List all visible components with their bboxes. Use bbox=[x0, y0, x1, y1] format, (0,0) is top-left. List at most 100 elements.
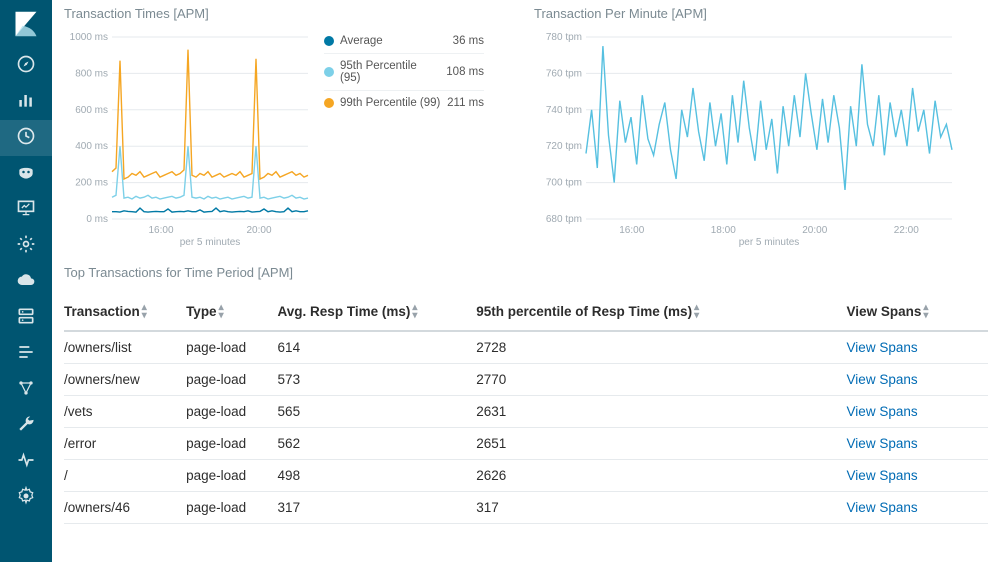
sidebar-item-logs[interactable] bbox=[0, 264, 52, 300]
cell-transaction: /error bbox=[64, 428, 186, 460]
sort-icon: ▴▾ bbox=[694, 304, 699, 320]
swatch-icon bbox=[324, 36, 334, 46]
col-avg[interactable]: Avg. Resp Time (ms)▴▾ bbox=[278, 296, 477, 331]
chart-tpm[interactable]: 680 tpm700 tpm720 tpm740 tpm760 tpm780 t… bbox=[534, 27, 958, 247]
sidebar-item-dashboard[interactable] bbox=[0, 192, 52, 228]
view-spans-link[interactable]: View Spans bbox=[847, 404, 918, 419]
cell-view: View Spans bbox=[787, 364, 988, 396]
cell-transaction: / bbox=[64, 460, 186, 492]
network-icon bbox=[16, 378, 36, 403]
table-row: /errorpage-load5622651View Spans bbox=[64, 428, 988, 460]
cell-view: View Spans bbox=[787, 428, 988, 460]
sidebar bbox=[0, 0, 52, 562]
cell-type: page-load bbox=[186, 396, 277, 428]
svg-text:600 ms: 600 ms bbox=[75, 105, 108, 116]
svg-text:20:00: 20:00 bbox=[246, 225, 271, 236]
sidebar-item-graph[interactable] bbox=[0, 372, 52, 408]
sidebar-item-discover[interactable] bbox=[0, 48, 52, 84]
legend-value: 108 ms bbox=[446, 66, 484, 78]
presentation-icon bbox=[16, 198, 36, 223]
compass-icon bbox=[16, 54, 36, 79]
legend: Average 36 ms 95th Percentile (95) 108 m… bbox=[324, 29, 484, 247]
sort-icon: ▴▾ bbox=[923, 304, 928, 320]
panel-title: Transaction Per Minute [APM] bbox=[534, 6, 988, 21]
cell-transaction: /owners/new bbox=[64, 364, 186, 396]
legend-value: 211 ms bbox=[447, 97, 484, 109]
cell-transaction: /vets bbox=[64, 396, 186, 428]
cell-view: View Spans bbox=[787, 492, 988, 524]
cell-type: page-load bbox=[186, 364, 277, 396]
cell-transaction: /owners/list bbox=[64, 331, 186, 364]
legend-row-p95[interactable]: 95th Percentile (95) 108 ms bbox=[324, 54, 484, 91]
view-spans-link[interactable]: View Spans bbox=[847, 468, 918, 483]
cell-p95: 2626 bbox=[476, 460, 786, 492]
view-spans-link[interactable]: View Spans bbox=[847, 372, 918, 387]
cell-p95: 2728 bbox=[476, 331, 786, 364]
chart-transaction-times[interactable]: 0 ms200 ms400 ms600 ms800 ms1000 ms16:00… bbox=[64, 27, 314, 247]
cell-avg: 565 bbox=[278, 396, 477, 428]
sidebar-item-management[interactable] bbox=[0, 480, 52, 516]
cell-type: page-load bbox=[186, 428, 277, 460]
legend-value: 36 ms bbox=[453, 35, 484, 47]
cell-avg: 573 bbox=[278, 364, 477, 396]
transactions-table: Transaction▴▾ Type▴▾ Avg. Resp Time (ms)… bbox=[64, 296, 988, 524]
cell-p95: 2631 bbox=[476, 396, 786, 428]
view-spans-link[interactable]: View Spans bbox=[847, 340, 918, 355]
cell-avg: 498 bbox=[278, 460, 477, 492]
legend-row-p99[interactable]: 99th Percentile (99) 211 ms bbox=[324, 91, 484, 115]
col-p95[interactable]: 95th percentile of Resp Time (ms)▴▾ bbox=[476, 296, 786, 331]
cell-p95: 317 bbox=[476, 492, 786, 524]
cell-type: page-load bbox=[186, 460, 277, 492]
svg-text:200 ms: 200 ms bbox=[75, 178, 108, 189]
svg-text:18:00: 18:00 bbox=[711, 225, 736, 236]
sidebar-item-canvas[interactable] bbox=[0, 228, 52, 264]
svg-text:400 ms: 400 ms bbox=[75, 141, 108, 152]
svg-text:20:00: 20:00 bbox=[802, 225, 827, 236]
sidebar-item-devtools[interactable] bbox=[0, 408, 52, 444]
sidebar-item-infrastructure[interactable] bbox=[0, 300, 52, 336]
col-transaction[interactable]: Transaction▴▾ bbox=[64, 296, 186, 331]
legend-row-avg[interactable]: Average 36 ms bbox=[324, 29, 484, 54]
cell-view: View Spans bbox=[787, 331, 988, 364]
view-spans-link[interactable]: View Spans bbox=[847, 500, 918, 515]
svg-text:720 tpm: 720 tpm bbox=[546, 141, 582, 152]
legend-label: Average bbox=[340, 35, 447, 47]
col-view[interactable]: View Spans▴▾ bbox=[787, 296, 988, 331]
wrench-icon bbox=[16, 414, 36, 439]
sidebar-item-apm[interactable] bbox=[0, 120, 52, 156]
cell-transaction: /owners/46 bbox=[64, 492, 186, 524]
swatch-icon bbox=[324, 98, 334, 108]
table-row: /vetspage-load5652631 View Spans bbox=[64, 396, 988, 428]
cog-outline-icon bbox=[16, 234, 36, 259]
view-spans-link[interactable]: View Spans bbox=[847, 436, 918, 451]
sidebar-item-ml[interactable] bbox=[0, 336, 52, 372]
swatch-icon bbox=[324, 67, 334, 77]
table-row: /owners/46page-load317317View Spans bbox=[64, 492, 988, 524]
table-row: /owners/newpage-load5732770View Spans bbox=[64, 364, 988, 396]
col-type[interactable]: Type▴▾ bbox=[186, 296, 277, 331]
sidebar-item-security[interactable] bbox=[0, 156, 52, 192]
svg-text:700 tpm: 700 tpm bbox=[546, 178, 582, 189]
clock-icon bbox=[16, 126, 36, 151]
svg-text:per 5 minutes: per 5 minutes bbox=[180, 237, 241, 247]
sort-icon: ▴▾ bbox=[142, 304, 147, 320]
cell-view: View Spans bbox=[787, 396, 988, 428]
mask-icon bbox=[16, 162, 36, 187]
panel-tpm: Transaction Per Minute [APM] 680 tpm700 … bbox=[534, 6, 988, 247]
sort-icon: ▴▾ bbox=[412, 304, 417, 320]
svg-text:760 tpm: 760 tpm bbox=[546, 68, 582, 79]
legend-label: 95th Percentile (95) bbox=[340, 60, 440, 84]
panel-transaction-times: Transaction Times [APM] 0 ms200 ms400 ms… bbox=[64, 6, 524, 247]
sidebar-item-monitoring[interactable] bbox=[0, 444, 52, 480]
svg-text:780 tpm: 780 tpm bbox=[546, 32, 582, 43]
list-icon bbox=[16, 342, 36, 367]
cell-type: page-load bbox=[186, 492, 277, 524]
gear-icon bbox=[16, 486, 36, 511]
server-icon bbox=[16, 306, 36, 331]
svg-text:per 5 minutes: per 5 minutes bbox=[739, 237, 800, 247]
heartbeat-icon bbox=[16, 450, 36, 475]
sidebar-item-visualize[interactable] bbox=[0, 84, 52, 120]
kibana-logo[interactable] bbox=[0, 0, 52, 48]
panel-title: Transaction Times [APM] bbox=[64, 6, 524, 21]
svg-text:740 tpm: 740 tpm bbox=[546, 105, 582, 116]
